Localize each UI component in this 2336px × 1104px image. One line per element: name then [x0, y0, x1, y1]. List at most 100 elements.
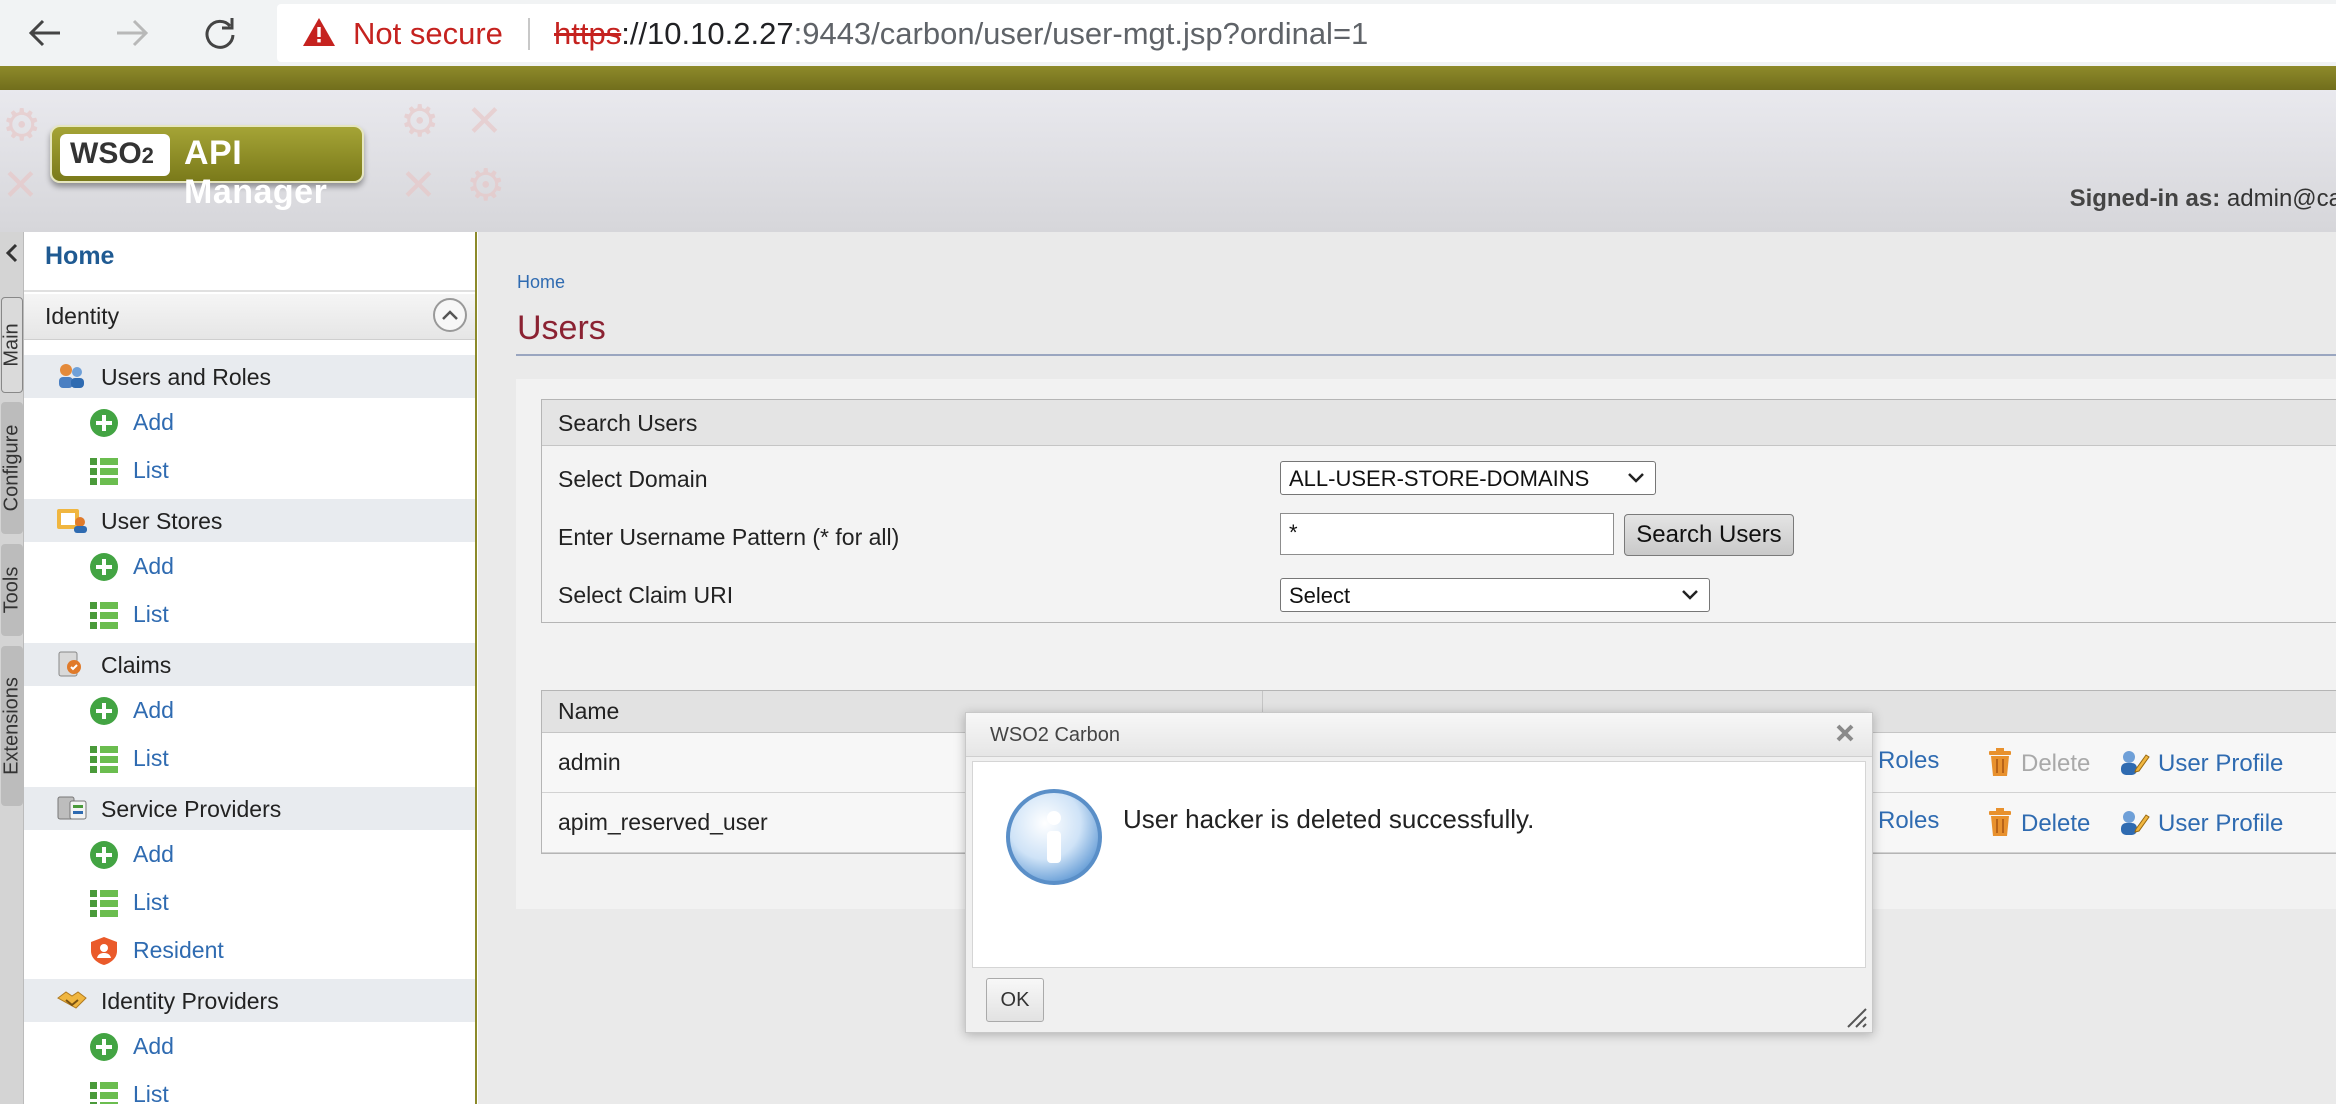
- url-scheme: https: [554, 16, 622, 51]
- nav-item-label: List: [133, 889, 169, 915]
- user-name: apim_reserved_user: [558, 809, 768, 835]
- warning-icon: [303, 18, 335, 46]
- arrow-left-icon: [28, 19, 60, 47]
- username-pattern-input[interactable]: *: [1280, 513, 1614, 555]
- logo-product-name: API Manager: [184, 134, 328, 211]
- list-icon: [90, 890, 118, 917]
- roles-link[interactable]: Roles: [1878, 807, 1939, 835]
- nav-item-label: Add: [133, 1033, 174, 1059]
- nav-users-list[interactable]: List: [24, 446, 475, 494]
- side-tab-tools[interactable]: Tools: [1, 544, 23, 636]
- select-domain-label: Select Domain: [558, 466, 708, 492]
- add-icon: [90, 697, 118, 725]
- search-users-button[interactable]: Search Users: [1624, 514, 1794, 556]
- side-tab-extensions[interactable]: Extensions: [1, 646, 23, 806]
- delete-link[interactable]: Delete: [1987, 807, 2090, 838]
- decor-gear-icon: ⚙: [2, 101, 42, 150]
- nav-service-providers-list[interactable]: List: [24, 878, 475, 926]
- nav-service-providers-resident[interactable]: Resident: [24, 926, 475, 974]
- nav-group-label: User Stores: [101, 508, 223, 534]
- nav-identity-providers-list[interactable]: List: [24, 1070, 475, 1104]
- list-icon: [90, 602, 118, 629]
- trash-icon: [1989, 748, 2011, 776]
- nav-item-label: List: [133, 745, 169, 771]
- search-users-heading: Search Users: [558, 410, 698, 436]
- add-icon: [90, 1033, 118, 1061]
- ok-button[interactable]: OK: [986, 978, 1044, 1022]
- trash-icon: [1989, 808, 2011, 836]
- user-profile-link[interactable]: User Profile: [2118, 747, 2283, 778]
- signed-in-info: Signed-in as: admin@ca: [2070, 185, 2336, 213]
- dialog-close-button[interactable]: [1832, 721, 1858, 747]
- address-bar[interactable]: Not secure https://10.10.2.27:9443/carbo…: [277, 4, 2336, 62]
- dialog-message: User hacker is deleted successfully.: [1123, 804, 1535, 834]
- chevron-up-icon: [442, 310, 458, 320]
- nav-item-label: Resident: [133, 937, 224, 963]
- user-profile-link[interactable]: User Profile: [2118, 807, 2283, 838]
- select-claim-uri-label: Select Claim URI: [558, 582, 734, 608]
- delete-link-label: Delete: [2021, 810, 2091, 837]
- dialog-footer: OK: [966, 969, 1872, 1033]
- message-dialog: WSO2 Carbon User hacker is deleted succe…: [965, 712, 1873, 1033]
- side-tab-configure[interactable]: Configure: [1, 402, 23, 534]
- forward-button[interactable]: [107, 8, 157, 58]
- nav-item-label: List: [133, 601, 169, 627]
- users-roles-icon: [59, 364, 84, 388]
- nav-item-label: Add: [133, 697, 174, 723]
- breadcrumb-home[interactable]: Home: [517, 272, 565, 293]
- claim-uri-select[interactable]: Select: [1280, 578, 1710, 612]
- nav-item-label: Add: [133, 841, 174, 867]
- nav-item-label: List: [133, 1081, 169, 1104]
- column-header-name: Name: [558, 698, 620, 724]
- user-profile-icon: [2121, 811, 2150, 835]
- roles-link[interactable]: Roles: [1878, 747, 1939, 775]
- logo-wso2-mark: WSO2: [60, 134, 170, 176]
- back-button[interactable]: [20, 8, 70, 58]
- domain-select[interactable]: ALL-USER-STORE-DOMAINS: [1280, 461, 1656, 495]
- delete-link-label: Delete: [2021, 750, 2091, 777]
- username-pattern-label: Enter Username Pattern (* for all): [558, 524, 900, 550]
- decor-tools-icon: ✕: [466, 97, 503, 146]
- user-profile-icon: [2121, 751, 2150, 775]
- signed-in-label: Signed-in as:: [2069, 185, 2221, 212]
- side-tab-main[interactable]: Main: [1, 297, 23, 393]
- resize-grip-icon[interactable]: [1842, 1003, 1868, 1029]
- url-path: :9443/carbon/user/user-mgt.jsp?ordinal=1: [793, 16, 1369, 51]
- nav-service-providers-add[interactable]: Add: [24, 830, 475, 878]
- side-tab-extensions-label: Extensions: [0, 677, 23, 775]
- nav-group-users-roles[interactable]: Users and Roles: [24, 354, 475, 398]
- list-icon: [90, 1082, 118, 1104]
- reload-button[interactable]: [195, 8, 245, 58]
- nav-group-service-providers[interactable]: Service Providers: [24, 786, 475, 830]
- search-users-form: Search Users Select Domain ALL-USER-STOR…: [541, 399, 2336, 623]
- dialog-title: WSO2 Carbon: [990, 724, 1121, 746]
- nav-group-user-stores[interactable]: User Stores: [24, 498, 475, 542]
- nav-claims-add[interactable]: Add: [24, 686, 475, 734]
- nav-claims-list[interactable]: List: [24, 734, 475, 782]
- side-tab-main-label: Main: [0, 323, 23, 367]
- dialog-body: User hacker is deleted successfully.: [972, 761, 1866, 968]
- wso2-api-manager-logo[interactable]: WSO2 API Manager: [50, 125, 364, 211]
- nav-user-stores-add[interactable]: Add: [24, 542, 475, 590]
- service-providers-icon: [57, 796, 87, 820]
- dialog-titlebar[interactable]: WSO2 Carbon: [966, 713, 1872, 757]
- nav-group-claims[interactable]: Claims: [24, 642, 475, 686]
- nav-group-label: Claims: [101, 652, 172, 678]
- nav-identity-providers-add[interactable]: Add: [24, 1022, 475, 1070]
- nav-user-stores-list[interactable]: List: [24, 590, 475, 638]
- reload-icon: [205, 18, 235, 49]
- collapse-menu-button[interactable]: [2, 242, 22, 268]
- decor-gear-icon: ⚙: [400, 97, 440, 146]
- list-icon: [90, 458, 118, 485]
- nav-home-link[interactable]: Home: [45, 242, 114, 271]
- nav-users-add[interactable]: Add: [24, 398, 475, 446]
- section-collapse-button[interactable]: [433, 298, 467, 332]
- user-name: admin: [558, 749, 621, 775]
- url-text[interactable]: https://10.10.2.27:9443/carbon/user/user…: [554, 16, 1368, 52]
- nav-section-identity[interactable]: Identity: [24, 294, 475, 340]
- url-host: ://10.10.2.27: [621, 16, 794, 51]
- add-icon: [90, 553, 118, 581]
- logo-wso-text: WSO: [70, 137, 142, 170]
- security-status[interactable]: Not secure: [353, 16, 503, 52]
- nav-group-identity-providers[interactable]: Identity Providers: [24, 978, 475, 1022]
